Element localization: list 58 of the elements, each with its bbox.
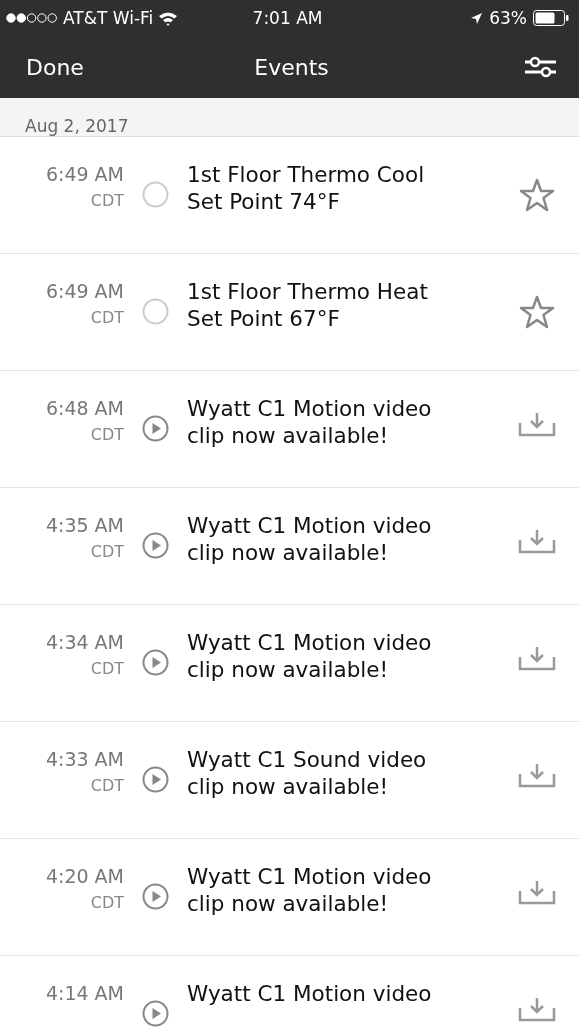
event-time: 4:33 AM <box>45 748 124 770</box>
done-button[interactable]: Done <box>26 54 116 80</box>
carrier-text: AT&T Wi-Fi <box>63 8 154 28</box>
star-icon <box>519 294 555 330</box>
event-time: 4:14 AM <box>45 982 124 1004</box>
date-text: Aug 2, 2017 <box>25 115 129 136</box>
circle-icon <box>142 181 169 208</box>
event-title: Wyatt C1 Motion video clip now available! <box>187 395 433 448</box>
download-icon <box>518 762 556 788</box>
play-icon <box>142 415 169 442</box>
event-row[interactable]: 4:14 AM Wyatt C1 Motion video <box>0 956 579 1029</box>
time-zone: CDT <box>90 776 124 795</box>
play-icon <box>142 766 169 793</box>
download-icon <box>518 528 556 554</box>
event-row[interactable]: 6:49 AM CDT 1st Floor Thermo Heat Set Point 67°F <box>0 254 579 371</box>
event-time: 6:49 AM <box>45 163 124 185</box>
event-time: 6:48 AM <box>45 397 124 419</box>
location-arrow-icon <box>470 11 484 25</box>
clock-text: 7:01 AM <box>252 8 323 28</box>
time-zone: CDT <box>90 893 124 912</box>
event-title: Wyatt C1 Sound video clip now available! <box>187 746 428 799</box>
event-title: Wyatt C1 Motion video clip now available! <box>187 863 433 916</box>
event-title: 1st Floor Thermo Cool Set Point 74°F <box>187 161 426 214</box>
signal-icon <box>6 13 58 23</box>
time-zone: CDT <box>90 308 124 327</box>
event-title: Wyatt C1 Motion video clip now available! <box>187 512 433 565</box>
event-title: Wyatt C1 Motion video clip now available! <box>187 629 433 682</box>
event-time: 4:35 AM <box>45 514 124 536</box>
event-row[interactable]: 4:34 AM CDT Wyatt C1 Motion video clip now available! <box>0 605 579 722</box>
event-row[interactable]: 6:48 AM CDT Wyatt C1 Motion video clip now available! <box>0 371 579 488</box>
event-row[interactable]: 4:33 AM CDT Wyatt C1 Sound video clip now available! <box>0 722 579 839</box>
play-icon <box>142 1000 169 1027</box>
play-icon <box>142 649 169 676</box>
event-title: Wyatt C1 Motion video <box>187 980 433 1006</box>
wifi-icon <box>158 10 179 26</box>
event-row[interactable]: 4:20 AM CDT Wyatt C1 Motion video clip now available! <box>0 839 579 956</box>
time-zone: CDT <box>90 659 124 678</box>
page-title: Events <box>254 54 329 80</box>
play-icon <box>142 532 169 559</box>
download-icon <box>518 879 556 905</box>
event-title: 1st Floor Thermo Heat Set Point 67°F <box>187 278 429 331</box>
circle-icon <box>142 298 169 325</box>
play-icon <box>142 883 169 910</box>
time-zone: CDT <box>90 542 124 561</box>
download-icon <box>518 996 556 1022</box>
event-time: 4:20 AM <box>45 865 124 887</box>
download-icon <box>518 645 556 671</box>
event-row[interactable]: 6:49 AM CDT 1st Floor Thermo Cool Set Point 74°F <box>0 137 579 254</box>
event-row[interactable]: 4:35 AM CDT Wyatt C1 Motion video clip now available! <box>0 488 579 605</box>
sliders-icon <box>524 56 557 78</box>
battery-percent: 63% <box>489 8 527 28</box>
time-zone: CDT <box>90 191 124 210</box>
time-zone: CDT <box>90 425 124 444</box>
star-icon <box>519 177 555 213</box>
event-time: 6:49 AM <box>45 280 124 302</box>
download-icon <box>518 411 556 437</box>
battery-icon <box>533 10 569 26</box>
event-time: 4:34 AM <box>45 631 124 653</box>
